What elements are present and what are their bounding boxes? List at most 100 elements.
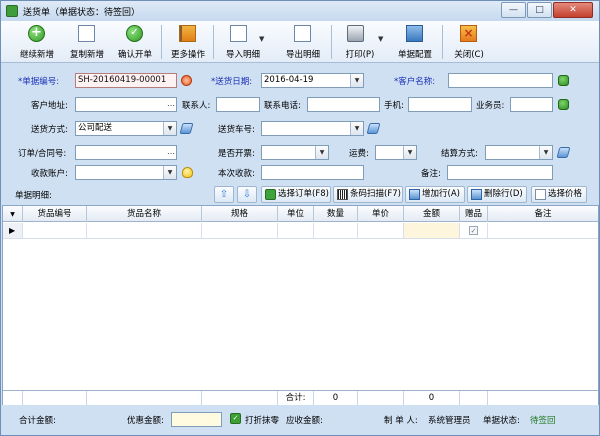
column-header[interactable]: 单位: [278, 206, 314, 222]
column-header[interactable]: 备注: [488, 206, 598, 222]
total-blank: [488, 391, 598, 406]
more-ops-button[interactable]: 更多操作: [166, 21, 210, 63]
order-contract-field[interactable]: …: [75, 145, 177, 160]
customer-name-field[interactable]: [448, 73, 553, 88]
add-icon: +: [28, 25, 45, 42]
freight-label: 运费:: [349, 149, 369, 159]
delivery-method-select[interactable]: 公司配送 ▼: [75, 121, 177, 136]
maker-value: 系统管理员: [428, 416, 471, 426]
chevron-down-icon[interactable]: ▼: [163, 122, 176, 135]
chevron-down-icon[interactable]: ▼: [403, 146, 416, 159]
continue-new-button[interactable]: + 继续新增: [15, 21, 59, 63]
copy-new-button[interactable]: 复制新增: [65, 21, 109, 63]
gift-checkbox[interactable]: ✓: [469, 226, 478, 235]
export-detail-label: 导出明细: [285, 50, 320, 60]
move-down-button[interactable]: ⇩: [237, 186, 257, 203]
cell-amount[interactable]: [404, 223, 460, 238]
confirm-bill-button[interactable]: ✓ 确认开单: [113, 21, 157, 63]
column-header[interactable]: 数量: [314, 206, 358, 222]
order-contract-label: 订单/合同号:: [18, 149, 67, 159]
contact-field[interactable]: [216, 97, 260, 112]
invoice-label: 是否开票:: [218, 149, 255, 159]
column-header[interactable]: 赠品: [460, 206, 488, 222]
maximize-button[interactable]: □: [527, 2, 552, 18]
chevron-down-icon: ▼: [10, 211, 15, 218]
grid-total-row: 合计: 0 0: [3, 390, 598, 406]
barcode-scan-label: 条码扫描(F7): [350, 189, 401, 199]
cell-qty[interactable]: [314, 223, 358, 238]
salesman-picker-icon[interactable]: [558, 99, 569, 110]
settle-select[interactable]: ▼: [485, 145, 553, 160]
remark-label: 备注:: [421, 169, 441, 179]
table-row[interactable]: ▶ ✓: [3, 223, 598, 239]
discount-label: 优惠金额:: [127, 416, 164, 426]
book-icon[interactable]: [366, 123, 381, 134]
cell-spec[interactable]: [202, 223, 278, 238]
refresh-icon[interactable]: [181, 75, 192, 86]
cell-remark[interactable]: [488, 223, 598, 238]
delete-row-button[interactable]: 删除行(D): [467, 186, 527, 203]
remark-field[interactable]: [447, 165, 553, 180]
price-list-icon: [535, 189, 546, 200]
vehicle-no-select[interactable]: ▼: [261, 121, 364, 136]
cell-item-name[interactable]: [87, 223, 202, 238]
cell-item-code[interactable]: [23, 223, 87, 238]
delivery-method-value: 公司配送: [78, 123, 113, 133]
app-icon: [6, 5, 18, 17]
ellipsis-icon[interactable]: …: [167, 146, 175, 158]
bill-config-button[interactable]: 单据配置: [391, 21, 439, 63]
print-button[interactable]: ▼ 打印(P): [335, 21, 385, 63]
flag-icon: [179, 25, 196, 42]
chevron-down-icon[interactable]: ▼: [350, 74, 363, 87]
close-window-button[interactable]: ✕: [553, 2, 593, 18]
column-header[interactable]: 规格: [202, 206, 278, 222]
column-header[interactable]: 单价: [358, 206, 404, 222]
import-detail-button[interactable]: ▼ 导入明细: [217, 21, 269, 63]
select-order-button[interactable]: 选择订单(F8): [261, 186, 331, 203]
this-receive-field[interactable]: [261, 165, 364, 180]
close-icon: ×: [460, 25, 477, 42]
customer-addr-field[interactable]: …: [75, 97, 177, 112]
barcode-scan-button[interactable]: 条码扫描(F7): [333, 186, 403, 203]
book-icon[interactable]: [179, 123, 194, 134]
minimize-button[interactable]: —: [501, 2, 526, 18]
discount-field[interactable]: [171, 412, 222, 427]
book-icon[interactable]: [556, 147, 571, 158]
customer-addr-label: 客户地址:: [31, 101, 68, 111]
settle-label: 结算方式:: [441, 149, 478, 159]
salesman-field[interactable]: [510, 97, 553, 112]
bill-no-label: *单据编号:: [18, 77, 60, 87]
move-up-button[interactable]: ⇧: [214, 186, 234, 203]
delivery-date-field[interactable]: 2016-04-19 ▼: [261, 73, 364, 88]
cell-price[interactable]: [358, 223, 404, 238]
chevron-down-icon[interactable]: ▼: [163, 166, 176, 179]
customer-picker-icon[interactable]: [558, 75, 569, 86]
discount-icon[interactable]: ✓: [230, 413, 241, 424]
freight-select[interactable]: ▼: [375, 145, 417, 160]
add-row-button[interactable]: 增加行(A): [405, 186, 465, 203]
bulb-icon[interactable]: [182, 167, 193, 178]
dropdown-arrow-icon: ▼: [259, 35, 265, 43]
cell-gift[interactable]: ✓: [460, 223, 488, 238]
printer-icon: [347, 25, 364, 42]
check-icon: ✓: [126, 25, 143, 42]
close-button[interactable]: × 关闭(C): [447, 21, 491, 63]
column-header[interactable]: 金额: [404, 206, 460, 222]
mobile-field[interactable]: [408, 97, 472, 112]
column-header[interactable]: 货品编号: [23, 206, 87, 222]
bill-no-field[interactable]: SH-20160419-00001: [75, 73, 177, 88]
maximize-icon: □: [535, 5, 544, 15]
discount-round-button[interactable]: 打折抹零: [245, 414, 279, 426]
select-price-button[interactable]: 选择价格: [531, 186, 587, 203]
chevron-down-icon[interactable]: ▼: [350, 122, 363, 135]
export-detail-button[interactable]: 导出明细: [277, 21, 329, 63]
cell-unit[interactable]: [278, 223, 314, 238]
receive-account-select[interactable]: ▼: [75, 165, 177, 180]
invoice-select[interactable]: ▼: [261, 145, 329, 160]
row-header-corner: ▼: [3, 206, 23, 222]
phone-field[interactable]: [307, 97, 380, 112]
chevron-down-icon[interactable]: ▼: [315, 146, 328, 159]
chevron-down-icon[interactable]: ▼: [539, 146, 552, 159]
column-header[interactable]: 货品名称: [87, 206, 202, 222]
ellipsis-icon[interactable]: …: [167, 98, 175, 110]
